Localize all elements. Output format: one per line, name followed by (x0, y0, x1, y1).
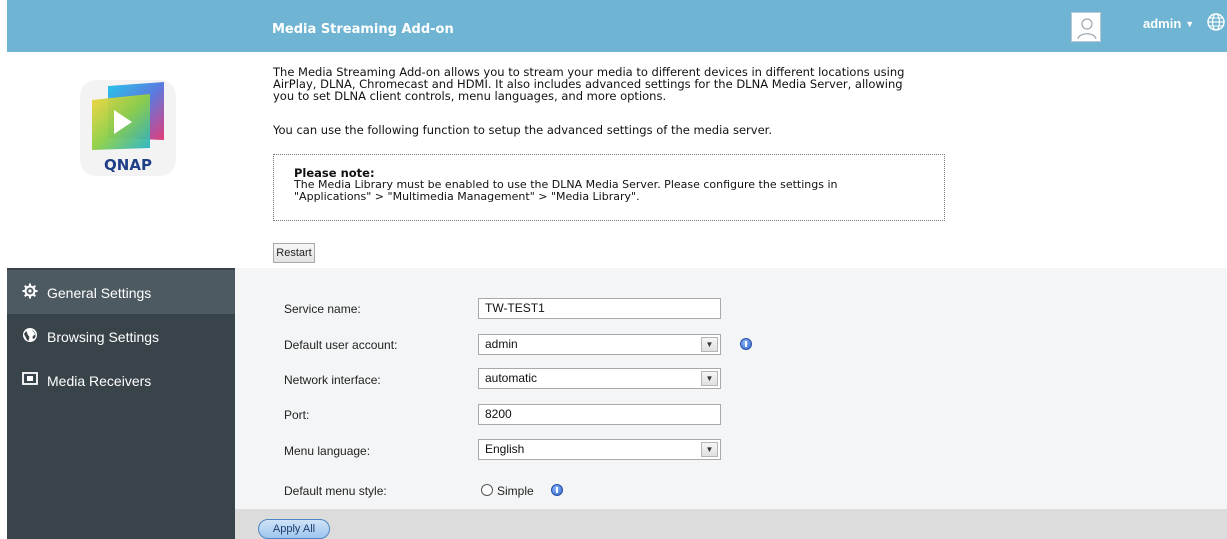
network-interface-value: automatic (485, 371, 538, 385)
network-interface-label: Network interface: (284, 373, 381, 387)
restart-button[interactable]: Restart (273, 243, 315, 263)
intro-text: The Media Streaming Add-on allows you to… (273, 66, 953, 102)
user-avatar-icon (1077, 18, 1097, 40)
service-name-label: Service name: (284, 302, 361, 316)
app-logo: QNAP (80, 80, 176, 176)
port-input[interactable]: 8200 (478, 404, 721, 425)
info-icon[interactable] (551, 484, 563, 496)
sidebar-item-general-settings[interactable]: General Settings (7, 270, 235, 314)
sidebar-item-media-receivers[interactable]: Media Receivers (7, 358, 235, 402)
svg-text:QNAP: QNAP (104, 156, 152, 174)
simple-radio-label: Simple (497, 484, 534, 498)
sidebar-item-label: General Settings (47, 285, 152, 301)
default-user-select[interactable]: admin ▼ (478, 334, 721, 355)
service-name-input[interactable]: TW-TEST1 (478, 298, 721, 319)
sidebar-item-browsing-settings[interactable]: Browsing Settings (7, 314, 235, 358)
apply-all-button[interactable]: Apply All (258, 519, 330, 539)
globe-icon (21, 327, 39, 343)
intro-line-3: you to set DLNA client controls, menu la… (273, 89, 667, 103)
info-icon[interactable] (740, 338, 752, 350)
language-globe-icon[interactable] (1206, 12, 1226, 32)
sidebar-item-label: Media Receivers (47, 373, 152, 389)
menu-language-value: English (485, 442, 525, 456)
network-interface-select[interactable]: automatic ▼ (478, 368, 721, 389)
chevron-down-icon: ▼ (1185, 19, 1195, 29)
note-line-2: "Applications" > "Multimedia Management"… (294, 190, 640, 203)
page-title: Media Streaming Add-on (272, 22, 454, 37)
menu-language-label: Menu language: (284, 444, 371, 458)
user-name: admin (1143, 16, 1182, 31)
gear-icon (21, 283, 39, 299)
left-edge (0, 0, 7, 539)
avatar[interactable] (1071, 12, 1101, 42)
chevron-down-icon: ▼ (701, 337, 718, 352)
header-bar: Media Streaming Add-on admin ▼ (7, 0, 1227, 52)
menu-style-label: Default menu style: (284, 484, 387, 498)
settings-panel (235, 268, 1227, 539)
monitor-icon (21, 371, 39, 387)
default-user-label: Default user account: (284, 338, 398, 352)
sidebar: General Settings Browsing Settings Media… (7, 268, 235, 539)
intro-line-4: You can use the following function to se… (273, 123, 772, 137)
simple-radio[interactable] (481, 484, 493, 496)
sidebar-item-label: Browsing Settings (47, 329, 160, 345)
note-box: Please note: The Media Library must be e… (273, 154, 945, 221)
menu-language-select[interactable]: English ▼ (478, 439, 721, 460)
footer-bar (235, 509, 1227, 539)
user-menu[interactable]: admin ▼ (1143, 16, 1194, 31)
port-label: Port: (284, 408, 310, 422)
chevron-down-icon: ▼ (701, 371, 718, 386)
chevron-down-icon: ▼ (701, 442, 718, 457)
default-user-value: admin (485, 337, 518, 351)
